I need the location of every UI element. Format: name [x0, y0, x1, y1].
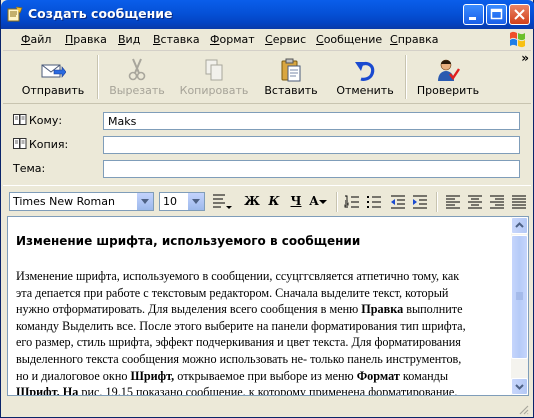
- check-label: Проверить: [416, 84, 480, 97]
- minimize-icon: [469, 17, 476, 20]
- chevron-down-icon[interactable]: [187, 193, 204, 210]
- scissors-icon: [128, 58, 146, 81]
- scroll-up-button[interactable]: [511, 217, 528, 234]
- main-toolbar: Отправить Вырезать Копировать Вставить О…: [3, 51, 531, 104]
- font-name-select[interactable]: Times New Roman: [9, 192, 154, 211]
- send-label: Отправить: [21, 84, 85, 97]
- menu-message[interactable]: Сообщение: [316, 33, 382, 46]
- align-right-icon[interactable]: [489, 194, 505, 210]
- message-body-editor[interactable]: Изменение шрифта, используемого в сообще…: [7, 216, 529, 396]
- document-body: Изменение шрифта, используемого в сообще…: [16, 268, 508, 396]
- font-size-select[interactable]: 10: [159, 192, 205, 211]
- font-name-value: Times New Roman: [13, 195, 115, 208]
- body-line: команду Выделить все. После этого выбери…: [16, 318, 466, 333]
- menu-help[interactable]: Справка: [390, 33, 438, 46]
- toolbar-overflow-chevron-icon[interactable]: »: [521, 51, 529, 65]
- maximize-icon: [490, 8, 503, 20]
- send-button[interactable]: Отправить: [11, 53, 95, 101]
- close-button[interactable]: [509, 4, 530, 25]
- to-field-label[interactable]: Кому:: [13, 114, 62, 127]
- chevron-up-icon: [515, 222, 524, 228]
- align-left-icon[interactable]: [445, 194, 461, 210]
- body-line: Изменение шрифта, используемого в сообще…: [16, 269, 460, 283]
- resize-grip-icon[interactable]: [517, 403, 529, 415]
- font-color-button[interactable]: А: [309, 194, 327, 210]
- maximize-button[interactable]: [486, 4, 507, 25]
- title-bar[interactable]: Создать сообщение: [1, 0, 534, 29]
- font-size-value: 10: [163, 195, 177, 208]
- italic-button[interactable]: К: [265, 194, 283, 210]
- justify-icon[interactable]: [511, 194, 527, 210]
- decrease-indent-icon[interactable]: [390, 194, 406, 210]
- body-line: выделенного текста сообщения можно испол…: [16, 351, 462, 366]
- new-message-icon: [7, 6, 23, 22]
- paste-label: Вставить: [264, 84, 318, 97]
- subject-input[interactable]: [103, 160, 520, 178]
- paste-icon: [281, 58, 301, 82]
- menu-bar: Файл Правка Вид Вставка Формат Сервис Со…: [3, 29, 531, 51]
- check-names-icon: [438, 59, 460, 81]
- menu-format[interactable]: Формат: [210, 33, 255, 46]
- grip-icon: [516, 292, 523, 300]
- copy-label: Копировать: [179, 84, 249, 97]
- toolbar-separator: [405, 55, 407, 99]
- body-line: нужно отформатировать. Для выделения все…: [16, 302, 463, 317]
- toolbar-separator: [97, 55, 99, 99]
- address-book-icon: [13, 138, 27, 149]
- minimize-button[interactable]: [463, 4, 484, 25]
- align-center-icon[interactable]: [467, 194, 483, 210]
- bold-button[interactable]: Ж: [243, 194, 261, 210]
- send-icon: [41, 64, 66, 78]
- chevron-down-icon[interactable]: [136, 193, 153, 210]
- menu-file[interactable]: Файл: [21, 33, 51, 46]
- formatting-toolbar: Times New Roman 10 Ж К Ч А: [3, 185, 531, 216]
- to-input[interactable]: Maks: [103, 112, 520, 130]
- vertical-scrollbar[interactable]: [511, 217, 528, 395]
- increase-indent-icon[interactable]: [412, 194, 428, 210]
- subject-label: Тема:: [13, 162, 46, 175]
- close-icon: [514, 9, 525, 20]
- chevron-down-icon: [515, 384, 524, 390]
- body-line: эта депается при работе с текстовым реда…: [16, 285, 449, 300]
- menu-view[interactable]: Вид: [118, 33, 140, 46]
- paragraph-style-icon[interactable]: [211, 192, 233, 212]
- copy-button[interactable]: Копировать: [175, 53, 253, 101]
- toolbar-separator: [436, 192, 438, 212]
- cut-label: Вырезать: [109, 84, 165, 97]
- scroll-down-button[interactable]: [511, 378, 528, 395]
- underline-button[interactable]: Ч: [287, 194, 305, 210]
- cut-button[interactable]: Вырезать: [103, 53, 171, 101]
- windows-logo-icon: [510, 31, 525, 48]
- window-title: Создать сообщение: [28, 6, 173, 21]
- bulleted-list-icon[interactable]: [366, 194, 382, 210]
- body-line: его размер, стиль шрифта, эффект подчерк…: [16, 335, 461, 350]
- body-line: Шрифт. На рис. 19.15 показано сообщение,…: [16, 385, 458, 396]
- paste-button[interactable]: Вставить: [255, 53, 327, 101]
- scroll-thumb[interactable]: [511, 235, 528, 359]
- numbered-list-icon[interactable]: [344, 194, 360, 210]
- cc-field-label[interactable]: Копия:: [13, 138, 68, 151]
- address-book-icon: [13, 114, 27, 125]
- undo-label: Отменить: [336, 84, 394, 97]
- address-fields: Кому: Maks Копия: Тема:: [3, 104, 531, 184]
- copy-icon: [205, 59, 223, 81]
- document-heading: Изменение шрифта, используемого в сообще…: [16, 234, 361, 248]
- cc-input[interactable]: [103, 136, 520, 154]
- undo-icon: [355, 62, 375, 81]
- status-bar: [3, 398, 531, 416]
- menu-edit[interactable]: Правка: [65, 33, 107, 46]
- compose-window: Создать сообщение Файл Правка Вид Вставк…: [0, 0, 534, 418]
- toolbar-separator: [336, 192, 338, 212]
- undo-button[interactable]: Отменить: [329, 53, 401, 101]
- body-line: но и диалоговое окно Шрифт, открываемое …: [16, 368, 449, 383]
- check-button[interactable]: Проверить: [409, 53, 487, 101]
- menu-insert[interactable]: Вставка: [153, 33, 200, 46]
- menu-tools[interactable]: Сервис: [265, 33, 306, 46]
- chevron-down-icon: [318, 200, 327, 204]
